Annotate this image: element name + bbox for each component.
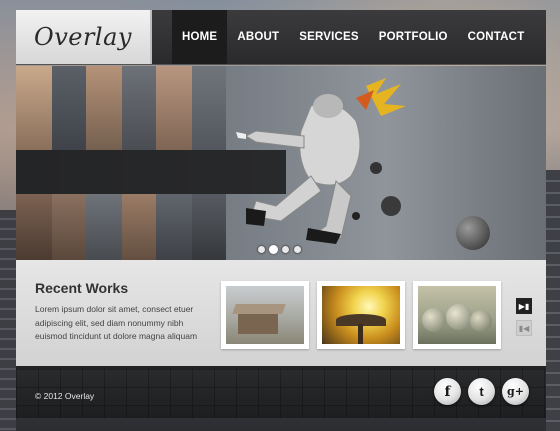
bubbles-thumbnail-image (418, 286, 496, 344)
logo[interactable]: Overlay (16, 10, 152, 64)
hero-slider[interactable] (16, 66, 546, 260)
hero-tile (86, 194, 122, 260)
bubble (446, 304, 472, 330)
nav-item-services[interactable]: SERVICES (289, 10, 369, 64)
background-building-left (0, 210, 16, 431)
slider-dot[interactable] (294, 246, 301, 253)
nav-item-label: CONTACT (467, 31, 525, 43)
hero-tile (16, 194, 52, 260)
hero-tile (156, 66, 192, 150)
mushroom-sunset-thumbnail-image (322, 286, 400, 344)
copyright-text: © 2012 Overlay (35, 391, 95, 401)
prev-arrow-icon[interactable]: ▮◀ (516, 320, 532, 336)
nav-item-label: HOME (182, 31, 218, 43)
recent-works-section: Recent Works Lorem ipsum dolor sit amet,… (16, 260, 546, 366)
nav-item-about[interactable]: ABOUT (227, 10, 289, 64)
hero-tile (156, 194, 192, 260)
google-plus-icon[interactable]: g+ (502, 378, 529, 405)
slider-dot[interactable] (282, 246, 289, 253)
work-thumbnail[interactable] (317, 281, 405, 349)
hero-tile (122, 194, 156, 260)
facebook-glyph: f (444, 383, 451, 400)
nav-item-portfolio[interactable]: PORTFOLIO (369, 10, 458, 64)
hut-roof (232, 304, 286, 314)
hero-tile (16, 66, 52, 150)
hero-tile (52, 194, 86, 260)
hero-tile (86, 66, 122, 150)
mushroom-stem (358, 324, 363, 344)
google-plus-glyph: g+ (507, 385, 524, 398)
slider-pagination (258, 246, 301, 253)
hero-tile (52, 66, 86, 150)
bubble (422, 308, 446, 332)
work-thumbnail[interactable] (221, 281, 309, 349)
work-thumbnail[interactable] (413, 281, 501, 349)
nav-item-contact[interactable]: CONTACT (458, 10, 535, 64)
nav-item-label: SERVICES (299, 31, 359, 43)
facebook-icon[interactable]: f (434, 378, 461, 405)
hut-shape (238, 312, 278, 334)
background-building-right (546, 170, 560, 431)
floating-sphere (456, 216, 490, 250)
section-title: Recent Works (35, 280, 129, 296)
hut-thumbnail-image (226, 286, 304, 344)
nav-item-home[interactable]: HOME (172, 10, 228, 64)
nav-item-label: PORTFOLIO (378, 31, 448, 43)
bubble (470, 310, 492, 332)
site-footer: © 2012 Overlay f t g+ (16, 366, 546, 418)
slider-dot-active[interactable] (270, 246, 277, 253)
site-header: Overlay HOME ABOUT SERVICES PORTFOLIO CO… (16, 10, 546, 64)
twitter-icon[interactable]: t (468, 378, 495, 405)
hero-tile (122, 66, 156, 150)
section-description: Lorem ipsum dolor sit amet, consect etue… (35, 304, 198, 341)
next-arrow-icon[interactable]: ▶▮ (516, 298, 532, 314)
twitter-glyph: t (479, 384, 484, 399)
slider-dot[interactable] (258, 246, 265, 253)
dancer-illustration (236, 78, 406, 244)
logo-text: Overlay (34, 23, 132, 51)
main-nav: HOME ABOUT SERVICES PORTFOLIO CONTACT (172, 10, 534, 64)
nav-item-label: ABOUT (237, 31, 280, 43)
